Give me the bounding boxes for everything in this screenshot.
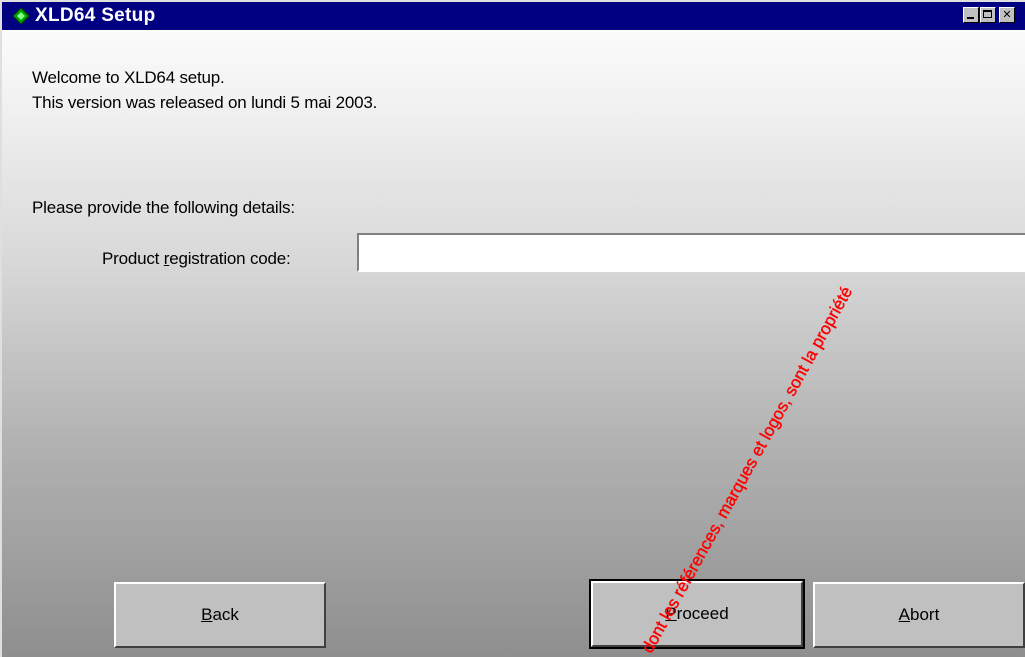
window-title: XLD64 Setup <box>35 5 156 26</box>
back-label: ack <box>212 605 239 624</box>
details-prompt: Please provide the following details: <box>32 198 295 217</box>
registration-label-post: egistration code: <box>169 249 291 268</box>
back-button[interactable]: Back <box>114 582 326 648</box>
abort-label: bort <box>910 605 940 624</box>
abort-button[interactable]: Abort <box>813 582 1025 648</box>
registration-code-input[interactable] <box>357 233 1025 272</box>
proceed-label: roceed <box>676 604 729 623</box>
release-date-text: This version was released on lundi 5 mai… <box>32 93 378 112</box>
app-icon <box>13 8 29 24</box>
abort-accel: A <box>898 605 911 624</box>
title-bar[interactable]: XLD64 Setup ✕ <box>2 2 1025 30</box>
registration-code-label: Product registration code: <box>102 249 291 269</box>
minimize-icon <box>967 17 974 19</box>
close-icon: ✕ <box>1002 8 1012 21</box>
back-accel: B <box>201 605 213 624</box>
welcome-text: Welcome to XLD64 setup. <box>32 68 225 87</box>
close-button[interactable]: ✕ <box>999 7 1015 23</box>
setup-window: XLD64 Setup ✕ Welcome to XLD64 setup. Th… <box>0 0 1025 657</box>
proceed-accel: P <box>665 604 677 623</box>
registration-label-pre: Product <box>102 249 164 268</box>
minimize-button[interactable] <box>963 7 979 23</box>
proceed-button[interactable]: Proceed <box>589 579 805 649</box>
maximize-button[interactable] <box>980 7 996 23</box>
maximize-icon <box>983 10 992 18</box>
